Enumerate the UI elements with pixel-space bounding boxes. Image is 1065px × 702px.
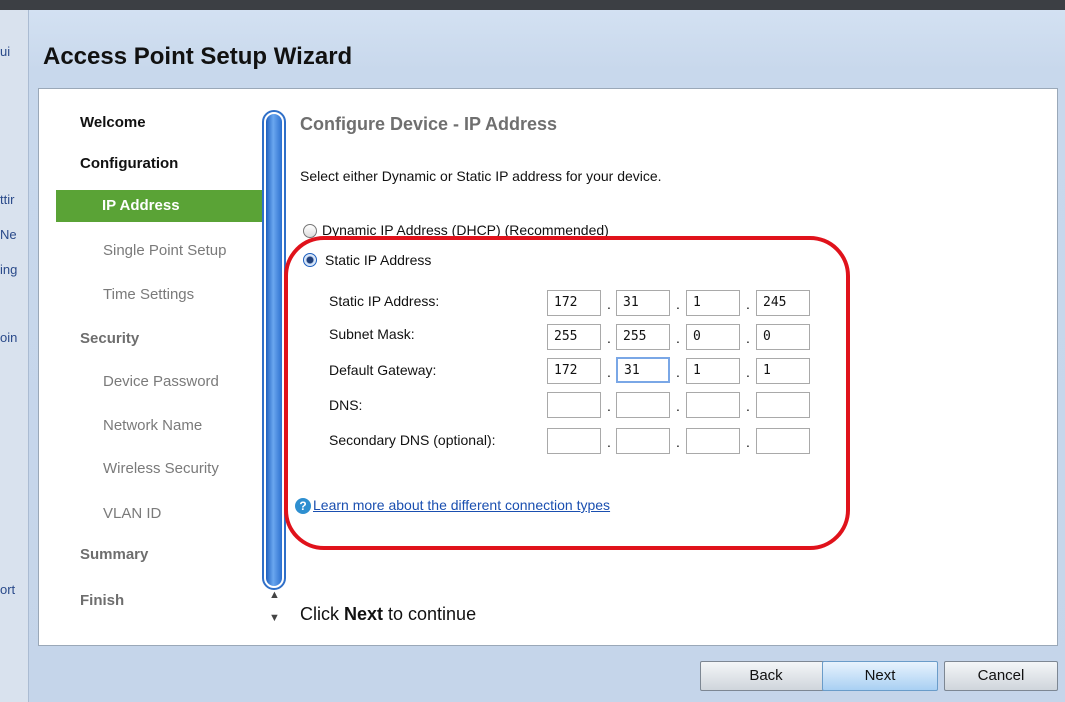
nav-step-ip-address-active: IP Address: [56, 190, 264, 222]
subnet-mask-octet-1[interactable]: 255: [547, 324, 601, 350]
static-ip-octet-4[interactable]: 245: [756, 290, 810, 316]
nav-step-summary: Summary: [80, 546, 149, 563]
default-gateway-octet-2[interactable]: 31: [616, 357, 670, 383]
octet-separator: .: [746, 364, 750, 380]
window-top-bar: [0, 0, 1065, 10]
nav-step-welcome: Welcome: [80, 114, 146, 131]
subnet-mask-label: Subnet Mask:: [329, 326, 415, 342]
dns-octet-3[interactable]: [686, 392, 740, 418]
help-question-icon[interactable]: ?: [295, 498, 311, 514]
octet-separator: .: [607, 296, 611, 312]
octet-separator: .: [746, 330, 750, 346]
octet-separator: .: [746, 434, 750, 450]
connection-types-help-link[interactable]: Learn more about the different connectio…: [313, 497, 610, 513]
nav-step-time-settings: Time Settings: [103, 286, 195, 303]
octet-separator: .: [746, 296, 750, 312]
octet-separator: .: [676, 364, 680, 380]
static-ip-octet-1[interactable]: 172: [547, 290, 601, 316]
radio-static-ip[interactable]: [303, 253, 317, 267]
nav-step-security: Security: [80, 330, 140, 347]
static-ip-octet-3[interactable]: 1: [686, 290, 740, 316]
octet-separator: .: [676, 330, 680, 346]
nav-step-wireless-security: Wireless Security: [103, 460, 219, 477]
back-button[interactable]: Back: [700, 661, 832, 691]
secondary-dns-octet-2[interactable]: [616, 428, 670, 454]
continue-instruction: Click Next to continue: [300, 604, 476, 625]
scroll-down-arrow-icon[interactable]: ▼: [269, 612, 280, 624]
secondary-dns-label: Secondary DNS (optional):: [329, 432, 496, 448]
secondary-dns-octet-4[interactable]: [756, 428, 810, 454]
static-ip-label: Static IP Address:: [329, 293, 440, 309]
nav-step-configuration: Configuration: [80, 155, 179, 172]
secondary-dns-octet-3[interactable]: [686, 428, 740, 454]
instruction-text: Select either Dynamic or Static IP addre…: [300, 168, 662, 184]
continue-suffix: to continue: [383, 604, 477, 624]
nav-step-single-point-setup: Single Point Setup: [103, 242, 227, 259]
radio-static-ip-label[interactable]: Static IP Address: [325, 252, 431, 268]
subnet-mask-octet-3[interactable]: 0: [686, 324, 740, 350]
background-page-strip: ui ttir Ne ing oin ort: [0, 10, 28, 702]
octet-separator: .: [607, 364, 611, 380]
secondary-dns-octet-1[interactable]: [547, 428, 601, 454]
octet-separator: .: [676, 398, 680, 414]
next-button[interactable]: Next: [822, 661, 938, 691]
octet-separator: .: [607, 330, 611, 346]
subnet-mask-octet-2[interactable]: 255: [616, 324, 670, 350]
wizard-progress-thumb[interactable]: [266, 114, 282, 586]
octet-separator: .: [676, 296, 680, 312]
default-gateway-octet-3[interactable]: 1: [686, 358, 740, 384]
continue-prefix: Click: [300, 604, 344, 624]
subnet-mask-octet-4[interactable]: 0: [756, 324, 810, 350]
octet-separator: .: [676, 434, 680, 450]
nav-step-finish: Finish: [80, 592, 125, 609]
nav-step-device-password: Device Password: [103, 373, 219, 390]
radio-dynamic-ip-label[interactable]: Dynamic IP Address (DHCP) (Recommended): [322, 222, 609, 238]
section-title: Configure Device - IP Address: [300, 114, 558, 134]
background-text-fragment: ing: [0, 262, 18, 277]
nav-step-vlan-id: VLAN ID: [103, 505, 162, 522]
default-gateway-octet-4[interactable]: 1: [756, 358, 810, 384]
background-text-fragment: ttir: [0, 192, 15, 207]
scroll-up-arrow-icon[interactable]: ▲: [269, 589, 280, 601]
radio-dynamic-ip[interactable]: [303, 224, 317, 238]
octet-separator: .: [746, 398, 750, 414]
nav-step-network-name: Network Name: [103, 417, 203, 434]
background-text-fragment: ort: [0, 582, 16, 597]
continue-next-keyword: Next: [344, 604, 384, 624]
dns-octet-4[interactable]: [756, 392, 810, 418]
wizard-title: Access Point Setup Wizard: [43, 43, 353, 70]
octet-separator: .: [607, 434, 611, 450]
default-gateway-label: Default Gateway:: [329, 362, 437, 378]
background-text-fragment: ui: [0, 44, 11, 59]
background-text-fragment: Ne: [0, 227, 17, 242]
static-ip-octet-2[interactable]: 31: [616, 290, 670, 316]
dns-label: DNS:: [329, 397, 363, 413]
dns-octet-2[interactable]: [616, 392, 670, 418]
cancel-button[interactable]: Cancel: [944, 661, 1058, 691]
background-text-fragment: oin: [0, 330, 18, 345]
octet-separator: .: [607, 398, 611, 414]
dns-octet-1[interactable]: [547, 392, 601, 418]
default-gateway-octet-1[interactable]: 172: [547, 358, 601, 384]
nav-step-label: IP Address: [102, 197, 180, 214]
